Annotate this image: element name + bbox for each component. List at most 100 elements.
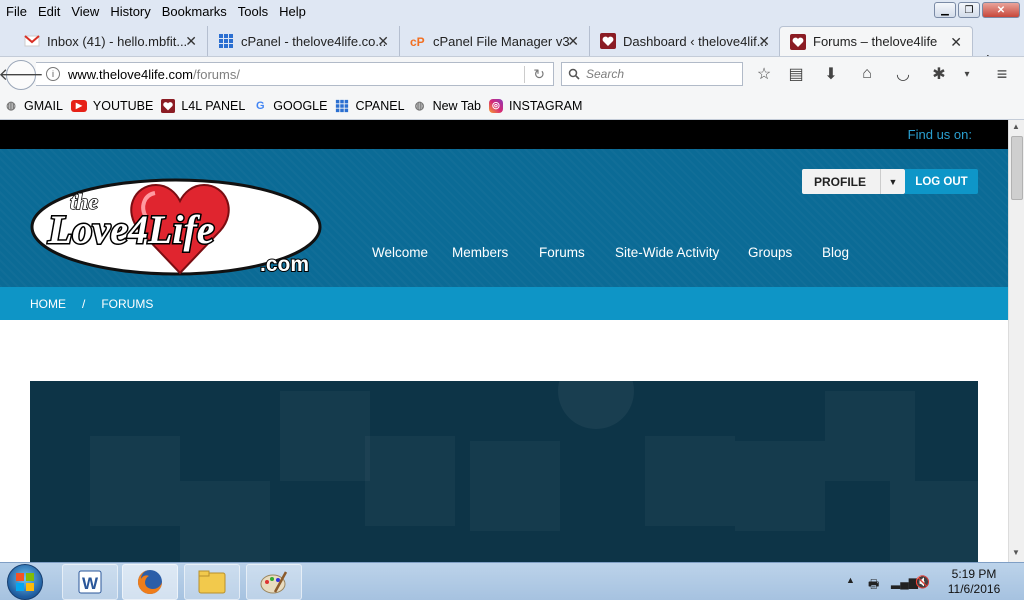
menu-edit[interactable]: Edit bbox=[38, 4, 60, 19]
home-icon[interactable]: ⌂ bbox=[857, 65, 877, 83]
logout-button[interactable]: LOG OUT bbox=[905, 169, 978, 194]
downloads-icon[interactable]: ⬇ bbox=[821, 65, 841, 83]
menu-file[interactable]: File bbox=[6, 4, 27, 19]
site-logo[interactable]: the Love4Life .com bbox=[30, 171, 326, 279]
word-icon: W bbox=[78, 570, 102, 594]
logo-text-com: .com bbox=[260, 253, 309, 276]
search-placeholder: Search bbox=[586, 67, 625, 81]
breadcrumb: HOME / FORUMS bbox=[0, 287, 1008, 320]
banner-tile bbox=[735, 441, 825, 531]
navigation-bar: i www.thelove4life.com/forums/ ↻ 🡐 Searc… bbox=[0, 56, 1024, 92]
nav-blog[interactable]: Blog bbox=[822, 245, 849, 260]
logo-text-main: Love4Life bbox=[47, 207, 215, 252]
tab-file-manager[interactable]: cP cPanel File Manager v3 ✕ bbox=[400, 26, 590, 56]
menu-help[interactable]: Help bbox=[279, 4, 306, 19]
banner-tile bbox=[890, 481, 978, 562]
taskbar-explorer[interactable] bbox=[184, 564, 240, 600]
menu-history[interactable]: History bbox=[110, 4, 150, 19]
chevron-down-icon[interactable]: ▾ bbox=[957, 65, 977, 83]
breadcrumb-home[interactable]: HOME bbox=[30, 297, 66, 311]
close-tab-icon[interactable]: ✕ bbox=[567, 33, 579, 50]
bookmark-youtube[interactable]: ▶ YOUTUBE bbox=[70, 99, 153, 113]
close-tab-icon[interactable]: ✕ bbox=[185, 33, 197, 50]
nav-welcome[interactable]: Welcome bbox=[372, 245, 428, 260]
paint-icon bbox=[260, 571, 288, 594]
windows-logo-icon bbox=[16, 573, 34, 591]
tab-dashboard[interactable]: Dashboard ‹ thelove4lif... ✕ bbox=[590, 26, 780, 56]
scroll-down-icon[interactable]: ▼ bbox=[1012, 548, 1020, 557]
profile-button[interactable]: PROFILE ▼ bbox=[802, 169, 905, 194]
globe-icon: ◍ bbox=[414, 100, 425, 112]
bookmarks-library-icon[interactable]: ▤ bbox=[786, 65, 806, 83]
show-hidden-icons-icon[interactable]: ▲ bbox=[846, 575, 855, 585]
nav-forums[interactable]: Forums bbox=[539, 245, 585, 260]
banner-tile bbox=[90, 436, 180, 526]
vertical-scrollbar[interactable]: ▲ ▼ bbox=[1008, 120, 1024, 562]
banner-tile bbox=[470, 441, 560, 531]
youtube-icon: ▶ bbox=[70, 99, 87, 112]
grid-icon bbox=[336, 99, 349, 112]
restore-button[interactable]: ❐ bbox=[958, 2, 980, 18]
pocket-icon[interactable]: ◡ bbox=[893, 65, 913, 83]
scroll-up-icon[interactable]: ▲ bbox=[1012, 122, 1020, 131]
tab-forums[interactable]: Forums – thelove4life ✕ bbox=[779, 26, 973, 56]
bookmark-new-tab[interactable]: ◍ New Tab bbox=[413, 99, 481, 113]
nav-site-wide-activity[interactable]: Site-Wide Activity bbox=[615, 245, 719, 260]
scroll-thumb[interactable] bbox=[1011, 136, 1023, 200]
menu-view[interactable]: View bbox=[71, 4, 99, 19]
url-domain: www.thelove4life.com bbox=[68, 66, 193, 82]
nav-groups[interactable]: Groups bbox=[748, 245, 792, 260]
device-icon[interactable]: 🖶 bbox=[868, 575, 879, 596]
network-icon[interactable]: ▂▄▆ bbox=[891, 575, 918, 589]
url-text[interactable]: www.thelove4life.com/forums/ bbox=[68, 67, 240, 82]
menu-tools[interactable]: Tools bbox=[238, 4, 268, 19]
bookmark-cpanel[interactable]: CPANEL bbox=[335, 99, 405, 113]
window-controls: ▁ ❐ ✕ bbox=[934, 2, 1020, 18]
minimize-button[interactable]: ▁ bbox=[934, 2, 956, 18]
bookmark-label: GOOGLE bbox=[273, 98, 328, 113]
site-header: the Love4Life .com Welcome Members Forum… bbox=[0, 149, 1008, 287]
tab-cpanel[interactable]: cPanel - thelove4life.co... ✕ bbox=[208, 26, 400, 56]
close-tab-icon[interactable]: ✕ bbox=[377, 33, 389, 50]
close-window-button[interactable]: ✕ bbox=[982, 2, 1020, 18]
taskbar-firefox[interactable] bbox=[122, 564, 178, 600]
love4life-favicon bbox=[600, 33, 616, 49]
url-bar[interactable]: i www.thelove4life.com/forums/ ↻ bbox=[36, 62, 554, 86]
explorer-icon bbox=[198, 570, 226, 594]
banner-tile bbox=[645, 436, 735, 526]
cpanel-icon: cP bbox=[410, 35, 425, 49]
menu-hamburger-icon[interactable]: ≡ bbox=[992, 64, 1012, 84]
reload-icon[interactable]: ↻ bbox=[524, 66, 545, 83]
bookmark-gmail[interactable]: ◍ GMAIL bbox=[4, 99, 63, 113]
nav-members[interactable]: Members bbox=[452, 245, 508, 260]
tab-title: cPanel File Manager v3 bbox=[433, 33, 570, 49]
clock[interactable]: 5:19 PM 11/6/2016 bbox=[936, 567, 1012, 597]
clock-date: 11/6/2016 bbox=[947, 582, 1001, 596]
menu-bookmarks[interactable]: Bookmarks bbox=[162, 4, 227, 19]
site-info-icon[interactable]: i bbox=[46, 67, 60, 81]
banner-circle bbox=[558, 381, 634, 429]
grid-icon bbox=[219, 34, 233, 48]
tab-gmail[interactable]: Inbox (41) - hello.mbfit... ✕ bbox=[14, 26, 208, 56]
back-button[interactable]: 🡐 bbox=[0, 60, 44, 90]
bookmark-instagram[interactable]: ◎ INSTAGRAM bbox=[488, 98, 583, 113]
bookmark-label: INSTAGRAM bbox=[508, 98, 583, 113]
menu-bar: File Edit View History Bookmarks Tools H… bbox=[0, 0, 1024, 22]
close-tab-icon[interactable]: ✕ bbox=[758, 33, 770, 50]
close-tab-icon[interactable]: ✕ bbox=[950, 34, 962, 51]
bookmark-label: L4L PANEL bbox=[181, 98, 246, 113]
start-button[interactable] bbox=[7, 564, 43, 600]
taskbar-word[interactable]: W bbox=[62, 564, 118, 600]
banner-tile bbox=[825, 391, 915, 481]
bookmark-l4l-panel[interactable]: L4L PANEL bbox=[161, 98, 246, 113]
extension-icon[interactable]: ✱ bbox=[929, 65, 949, 83]
volume-muted-icon[interactable]: 🔇 bbox=[915, 575, 930, 589]
google-icon: G bbox=[256, 99, 265, 112]
search-input[interactable]: Search bbox=[561, 62, 743, 86]
bookmark-google[interactable]: G GOOGLE bbox=[253, 99, 327, 113]
taskbar-paint[interactable] bbox=[246, 564, 302, 600]
bookmark-star-icon[interactable]: ☆ bbox=[754, 65, 774, 83]
banner-tile bbox=[365, 436, 455, 526]
caret-down-icon[interactable]: ▼ bbox=[880, 169, 905, 194]
tab-title: cPanel - thelove4life.co... bbox=[241, 33, 387, 49]
